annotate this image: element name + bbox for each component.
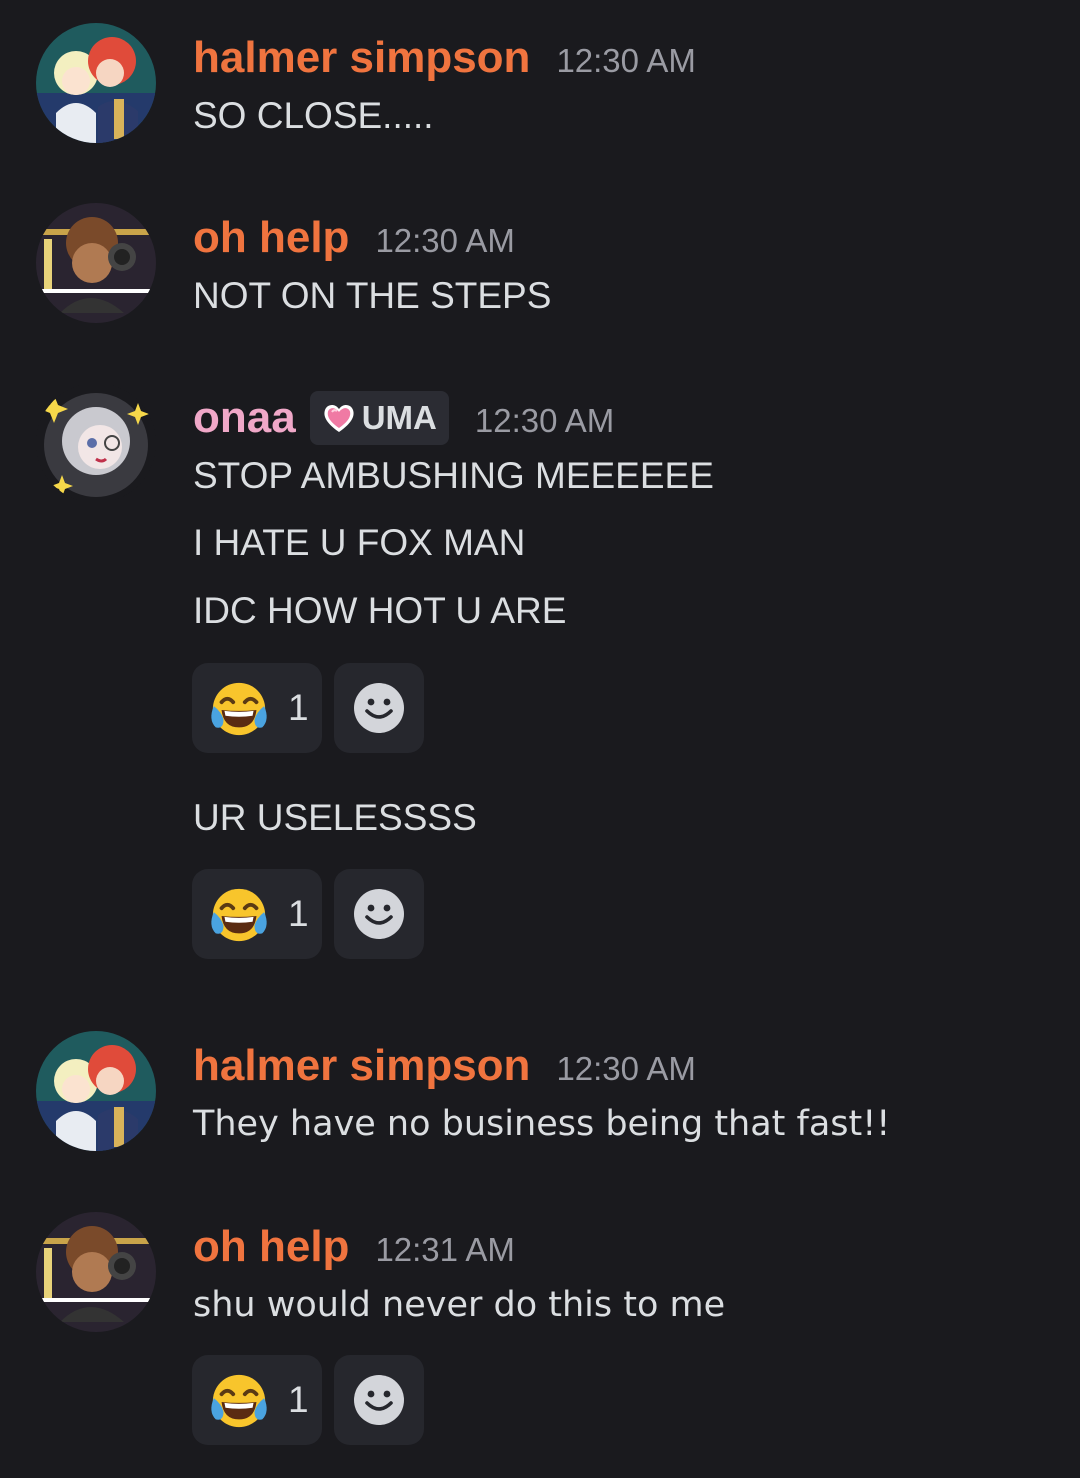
timestamp: 12:30 AM — [556, 42, 696, 79]
avatar[interactable] — [36, 23, 156, 143]
user-avatar-icon — [36, 203, 156, 323]
add-reaction-icon — [353, 1374, 405, 1426]
message-header: oh help 12:31 AM — [193, 1219, 515, 1275]
reaction-count: 1 — [288, 1379, 309, 1420]
avatar[interactable] — [36, 1212, 156, 1332]
reaction-pill[interactable]: 1 — [192, 663, 322, 753]
pink-heart-icon — [322, 402, 356, 434]
message-header: halmer simpson 12:30 AM — [193, 1038, 696, 1094]
message-text: shu would never do this to me — [193, 1285, 726, 1325]
reaction-count: 1 — [288, 687, 309, 728]
add-reaction-icon — [353, 682, 405, 734]
avatar[interactable] — [36, 203, 156, 323]
message-text: I HATE U FOX MAN — [193, 522, 526, 563]
face-with-tears-of-joy-icon — [208, 883, 270, 945]
username[interactable]: oh help — [193, 1219, 349, 1275]
username[interactable]: oh help — [193, 210, 349, 266]
timestamp: 12:30 AM — [375, 222, 515, 259]
reaction-row: 1 — [192, 663, 424, 753]
add-reaction-button[interactable] — [334, 663, 424, 753]
add-reaction-icon — [353, 888, 405, 940]
message-text: UR USELESSSS — [193, 797, 477, 838]
user-avatar-icon — [36, 1031, 156, 1151]
timestamp: 12:30 AM — [556, 1050, 696, 1087]
reaction-row: 1 — [192, 1355, 424, 1445]
username[interactable]: onaa — [193, 390, 296, 446]
message-text: IDC HOW HOT U ARE — [193, 590, 567, 631]
reaction-count: 1 — [288, 893, 309, 934]
reaction-pill[interactable]: 1 — [192, 1355, 322, 1445]
timestamp: 12:30 AM — [474, 402, 615, 439]
message-text: They have no business being that fast!! — [193, 1104, 891, 1144]
add-reaction-button[interactable] — [334, 1355, 424, 1445]
role-badge-label: UMA — [361, 399, 437, 436]
user-avatar-icon — [36, 1212, 156, 1332]
reaction-pill[interactable]: 1 — [192, 869, 322, 959]
message-text: NOT ON THE STEPS — [193, 275, 552, 316]
message-header: halmer simpson 12:30 AM — [193, 30, 696, 86]
face-with-tears-of-joy-icon — [208, 1369, 270, 1431]
message-header: onaa UMA 12:30 AM — [193, 390, 614, 446]
username[interactable]: halmer simpson — [193, 1038, 530, 1094]
reaction-row: 1 — [192, 869, 424, 959]
avatar[interactable] — [36, 1031, 156, 1151]
role-badge[interactable]: UMA — [309, 391, 449, 445]
timestamp: 12:31 AM — [375, 1231, 515, 1268]
avatar[interactable] — [36, 383, 156, 503]
message-header: oh help 12:30 AM — [193, 210, 515, 266]
username[interactable]: halmer simpson — [193, 30, 530, 86]
message-text: SO CLOSE..... — [193, 95, 434, 136]
face-with-tears-of-joy-icon — [208, 677, 270, 739]
message-text: STOP AMBUSHING MEEEEEE — [193, 455, 714, 496]
user-avatar-icon — [36, 23, 156, 143]
user-avatar-icon — [36, 383, 156, 503]
add-reaction-button[interactable] — [334, 869, 424, 959]
